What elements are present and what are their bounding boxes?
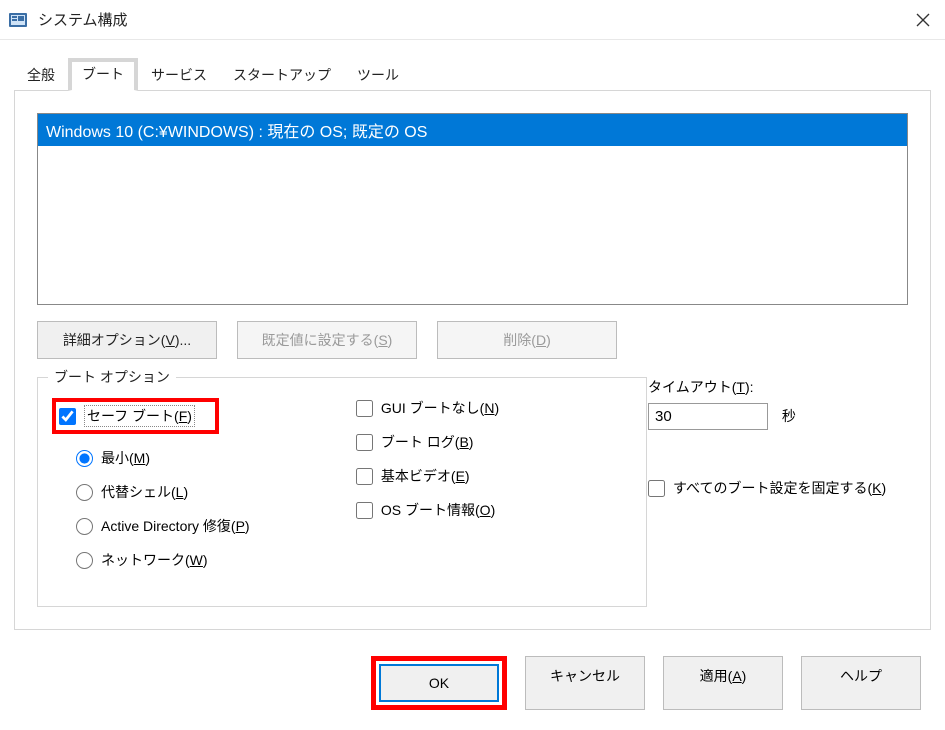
radio-adrepair-row: Active Directory 修復(P) xyxy=(76,516,352,536)
radio-altshell-row: 代替シェル(L) xyxy=(76,482,352,502)
cancel-button[interactable]: キャンセル xyxy=(525,656,645,710)
window-title: システム構成 xyxy=(38,9,909,30)
safe-boot-row: セーフ ブート(F) xyxy=(52,398,352,434)
basevideo-label: 基本ビデオ(E) xyxy=(381,466,470,486)
nogui-row: GUI ブートなし(N) xyxy=(356,398,616,418)
apply-button[interactable]: 適用(A) xyxy=(663,656,783,710)
timeout-label: タイムアウト(T): xyxy=(648,377,908,397)
ok-button[interactable]: OK xyxy=(379,664,499,702)
fix-all-row: すべてのブート設定を固定する(K) xyxy=(648,478,908,498)
app-icon xyxy=(8,10,28,30)
tab-general[interactable]: 全般 xyxy=(14,58,68,91)
bootinfo-row: OS ブート情報(O) xyxy=(356,500,616,520)
safe-boot-label: セーフ ブート(F) xyxy=(84,405,195,427)
ok-highlight: OK xyxy=(371,656,507,710)
basevideo-row: 基本ビデオ(E) xyxy=(356,466,616,486)
advanced-options-button[interactable]: 詳細オプション(V)... xyxy=(37,321,217,359)
bootinfo-label: OS ブート情報(O) xyxy=(381,500,495,520)
help-button[interactable]: ヘルプ xyxy=(801,656,921,710)
radio-adrepair-label: Active Directory 修復(P) xyxy=(101,516,250,536)
safe-boot-highlight: セーフ ブート(F) xyxy=(52,398,219,434)
radio-network[interactable] xyxy=(76,552,93,569)
boot-options-col1: セーフ ブート(F) 最小(M) 代替シェル(L) xyxy=(52,398,352,584)
bootlog-checkbox[interactable] xyxy=(356,434,373,451)
radio-altshell[interactable] xyxy=(76,484,93,501)
radio-minimal-row: 最小(M) xyxy=(76,448,352,468)
bootlog-row: ブート ログ(B) xyxy=(356,432,616,452)
boot-options-col2: GUI ブートなし(N) ブート ログ(B) 基本ビデオ(E) xyxy=(356,398,616,534)
radio-network-row: ネットワーク(W) xyxy=(76,550,352,570)
safe-boot-checkbox[interactable] xyxy=(59,408,76,425)
titlebar: システム構成 xyxy=(0,0,945,40)
tab-startup[interactable]: スタートアップ xyxy=(220,58,344,91)
os-listbox[interactable]: Windows 10 (C:¥WINDOWS) : 現在の OS; 既定の OS xyxy=(37,113,908,305)
fix-all-checkbox[interactable] xyxy=(648,480,665,497)
bootlog-label: ブート ログ(B) xyxy=(381,432,474,452)
tab-bar: 全般 ブート サービス スタートアップ ツール xyxy=(14,58,945,91)
boot-options-group: ブート オプション セーフ ブート(F) 最小(M) xyxy=(37,377,647,607)
tab-services[interactable]: サービス xyxy=(138,58,220,91)
radio-adrepair[interactable] xyxy=(76,518,93,535)
basevideo-checkbox[interactable] xyxy=(356,468,373,485)
tab-panel-boot: Windows 10 (C:¥WINDOWS) : 現在の OS; 既定の OS… xyxy=(14,90,931,630)
tab-tools[interactable]: ツール xyxy=(344,58,412,91)
dialog-button-bar: OK キャンセル 適用(A) ヘルプ xyxy=(0,644,945,730)
set-default-button: 既定値に設定する(S) xyxy=(237,321,417,359)
close-button[interactable] xyxy=(909,6,937,34)
bootinfo-checkbox[interactable] xyxy=(356,502,373,519)
radio-minimal-label: 最小(M) xyxy=(101,448,150,468)
close-icon xyxy=(916,13,930,27)
tab-boot[interactable]: ブート xyxy=(68,58,138,91)
delete-button: 削除(D) xyxy=(437,321,617,359)
timeout-input[interactable] xyxy=(648,403,768,430)
nogui-checkbox[interactable] xyxy=(356,400,373,417)
timeout-section: タイムアウト(T): 秒 xyxy=(648,377,908,430)
right-column: タイムアウト(T): 秒 すべてのブート設定を固定する(K) xyxy=(648,377,908,498)
nogui-label: GUI ブートなし(N) xyxy=(381,398,499,418)
radio-minimal[interactable] xyxy=(76,450,93,467)
button-row: 詳細オプション(V)... 既定値に設定する(S) 削除(D) xyxy=(37,321,908,359)
timeout-unit: 秒 xyxy=(782,408,796,424)
os-list-item[interactable]: Windows 10 (C:¥WINDOWS) : 現在の OS; 既定の OS xyxy=(38,114,907,146)
radio-network-label: ネットワーク(W) xyxy=(101,550,208,570)
radio-altshell-label: 代替シェル(L) xyxy=(101,482,188,502)
fix-all-label: すべてのブート設定を固定する(K) xyxy=(673,478,886,498)
boot-options-legend: ブート オプション xyxy=(48,367,176,387)
